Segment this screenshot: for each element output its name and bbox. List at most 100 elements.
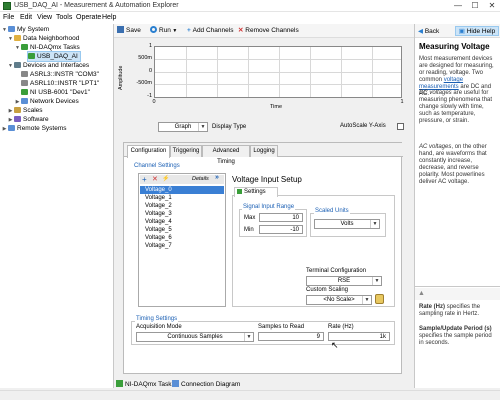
expand-icon[interactable]: ▶ xyxy=(1,125,8,134)
network-icon xyxy=(21,98,28,104)
expand-icon[interactable]: ▼ xyxy=(7,35,14,44)
list-item[interactable]: Voltage_2 xyxy=(140,202,224,210)
status-bar xyxy=(0,390,500,400)
scaled-units-label: Scaled Units xyxy=(314,208,350,214)
grid-line xyxy=(155,59,401,60)
menu-view[interactable]: View xyxy=(37,14,52,21)
channel-settings-label: Channel Settings xyxy=(133,163,181,169)
tab-logging[interactable]: Logging xyxy=(250,145,278,157)
menu-tools[interactable]: Tools xyxy=(56,14,72,21)
min-input[interactable]: -10 xyxy=(259,225,303,234)
custom-scaling-label: Custom Scaling xyxy=(306,287,349,293)
config-tabstrip: Configuration Triggering Advanced Timing… xyxy=(124,143,403,165)
back-button[interactable]: ◀ Back xyxy=(418,27,439,35)
display-type-label: Display Type xyxy=(212,124,247,130)
tree-item-software[interactable]: ▶ Software xyxy=(7,115,49,124)
run-dropdown-icon[interactable]: ▼ xyxy=(171,28,177,34)
task-icon xyxy=(28,53,35,59)
list-item[interactable]: Voltage_5 xyxy=(140,226,224,234)
x-axis-label: Time xyxy=(270,104,283,110)
hide-help-button[interactable]: ▣ Hide Help xyxy=(455,26,499,36)
tab-triggering[interactable]: Triggering xyxy=(170,145,202,157)
list-item[interactable]: Voltage_7 xyxy=(140,242,224,250)
run-button[interactable]: Run ▼ xyxy=(150,25,177,37)
channel-list-panel: + ✕ ⚡ Details » Voltage_0 Voltage_1 Volt… xyxy=(138,173,226,307)
help-icon: ▣ xyxy=(458,28,467,35)
rate-label: Rate (Hz) xyxy=(328,324,354,330)
save-icon xyxy=(117,26,124,33)
help-pane: ◀ Back ▣ Hide Help Measuring Voltage Mos… xyxy=(414,24,500,388)
menu-edit[interactable]: Edit xyxy=(20,14,32,21)
configuration-panel: Configuration Triggering Advanced Timing… xyxy=(123,142,403,374)
tab-connection-diagram[interactable]: Connection Diagram xyxy=(172,380,240,389)
menu-bar: File Edit View Tools Operate Help xyxy=(0,12,500,24)
scales-icon xyxy=(14,107,21,113)
tree-item-asrl10[interactable]: ASRL10::INSTR "LPT1" xyxy=(21,79,99,88)
mouse-cursor-icon: ↖ xyxy=(331,340,339,350)
rename-channel-icon[interactable]: ⚡ xyxy=(162,175,169,184)
help-subheader xyxy=(415,288,500,300)
terminal-config-select[interactable]: RSE ▼ xyxy=(306,276,382,286)
app-icon xyxy=(3,2,11,10)
waveform-plot-area[interactable] xyxy=(154,46,402,98)
signal-range-label: Signal Input Range xyxy=(242,204,296,210)
y-tick-label: -500m xyxy=(136,80,152,86)
tree-item-devices[interactable]: ▼ Devices and Interfaces xyxy=(7,61,89,70)
expand-details-icon[interactable]: » xyxy=(215,174,219,181)
setup-title: Voltage Input Setup xyxy=(232,175,302,184)
display-type-select[interactable]: Graph ▼ xyxy=(158,122,208,132)
expand-icon[interactable]: ▼ xyxy=(7,62,14,71)
menu-operate[interactable]: Operate xyxy=(76,14,101,21)
add-channels-button[interactable]: + Add Channels xyxy=(187,25,233,37)
maximize-button[interactable]: ☐ xyxy=(467,0,483,12)
list-item[interactable]: Voltage_0 xyxy=(140,186,224,194)
tree-item-usb-daq-ai[interactable]: USB_DAQ_AI xyxy=(27,51,81,62)
min-label: Min xyxy=(244,227,254,233)
max-label: Max xyxy=(244,215,256,221)
scaled-units-select[interactable]: Volts ▼ xyxy=(314,219,380,229)
tree-item-my-system[interactable]: ▼ My System xyxy=(1,25,49,34)
tree-item-remote-systems[interactable]: ▶ Remote Systems xyxy=(1,124,67,133)
expand-icon[interactable]: ▼ xyxy=(14,44,21,53)
tree-item-network-devices[interactable]: ▶ Network Devices xyxy=(14,97,79,106)
max-input[interactable]: 10 xyxy=(259,213,303,222)
custom-scaling-select[interactable]: <No Scale> ▼ xyxy=(306,295,372,305)
create-scale-icon[interactable] xyxy=(375,294,384,304)
list-item[interactable]: Voltage_1 xyxy=(140,194,224,202)
close-button[interactable]: ✕ xyxy=(484,0,500,12)
tree-item-scales[interactable]: ▶ Scales xyxy=(7,106,43,115)
y-tick-label: 0 xyxy=(148,68,152,74)
y-axis-label: Amplitude xyxy=(118,65,124,90)
tree-item-asrl3[interactable]: ASRL3::INSTR "COM3" xyxy=(21,70,99,79)
bottom-tabs: NI-DAQmx Task Connection Diagram xyxy=(114,380,414,389)
tab-settings[interactable]: Settings xyxy=(234,187,278,197)
list-item[interactable]: Voltage_3 xyxy=(140,210,224,218)
list-item[interactable]: Voltage_4 xyxy=(140,218,224,226)
tree-item-usb-6001[interactable]: NI USB-6001 "Dev1" xyxy=(21,88,90,97)
samples-to-read-input[interactable]: 9 xyxy=(258,332,324,341)
tab-configuration[interactable]: Configuration xyxy=(127,145,170,158)
menu-help[interactable]: Help xyxy=(102,14,116,21)
menu-file[interactable]: File xyxy=(3,14,14,21)
samples-to-read-label: Samples to Read xyxy=(258,324,305,330)
add-channel-plus-icon[interactable]: + xyxy=(142,175,147,184)
tree-item-daqmx-tasks[interactable]: ▼ NI-DAQmx Tasks xyxy=(14,43,80,52)
y-tick-label: 1 xyxy=(148,43,152,49)
help-paragraph: DC voltages are useful for measuring phe… xyxy=(419,90,493,124)
autoscale-checkbox[interactable] xyxy=(397,123,404,130)
tree-item-data-neighborhood[interactable]: ▼ Data Neighborhood xyxy=(7,34,79,43)
grid-line xyxy=(155,72,401,73)
acq-mode-select[interactable]: Continuous Samples ▼ xyxy=(136,332,254,342)
remove-channels-button[interactable]: ✕ Remove Channels xyxy=(238,25,299,37)
channel-list-toolbar: + ✕ ⚡ Details » xyxy=(140,174,224,184)
remove-channel-x-icon[interactable]: ✕ xyxy=(152,175,158,184)
chevron-down-icon: ▼ xyxy=(370,220,379,228)
minimize-button[interactable]: — xyxy=(450,0,466,12)
list-item[interactable]: Voltage_6 xyxy=(140,234,224,242)
help-title: Measuring Voltage xyxy=(419,42,490,51)
save-button[interactable]: Save xyxy=(117,25,141,37)
remote-icon xyxy=(8,125,15,131)
tab-daqmx-task[interactable]: NI-DAQmx Task xyxy=(116,380,171,389)
chevron-down-icon: ▼ xyxy=(362,296,371,304)
tab-advanced-timing[interactable]: Advanced Timing xyxy=(202,145,250,165)
